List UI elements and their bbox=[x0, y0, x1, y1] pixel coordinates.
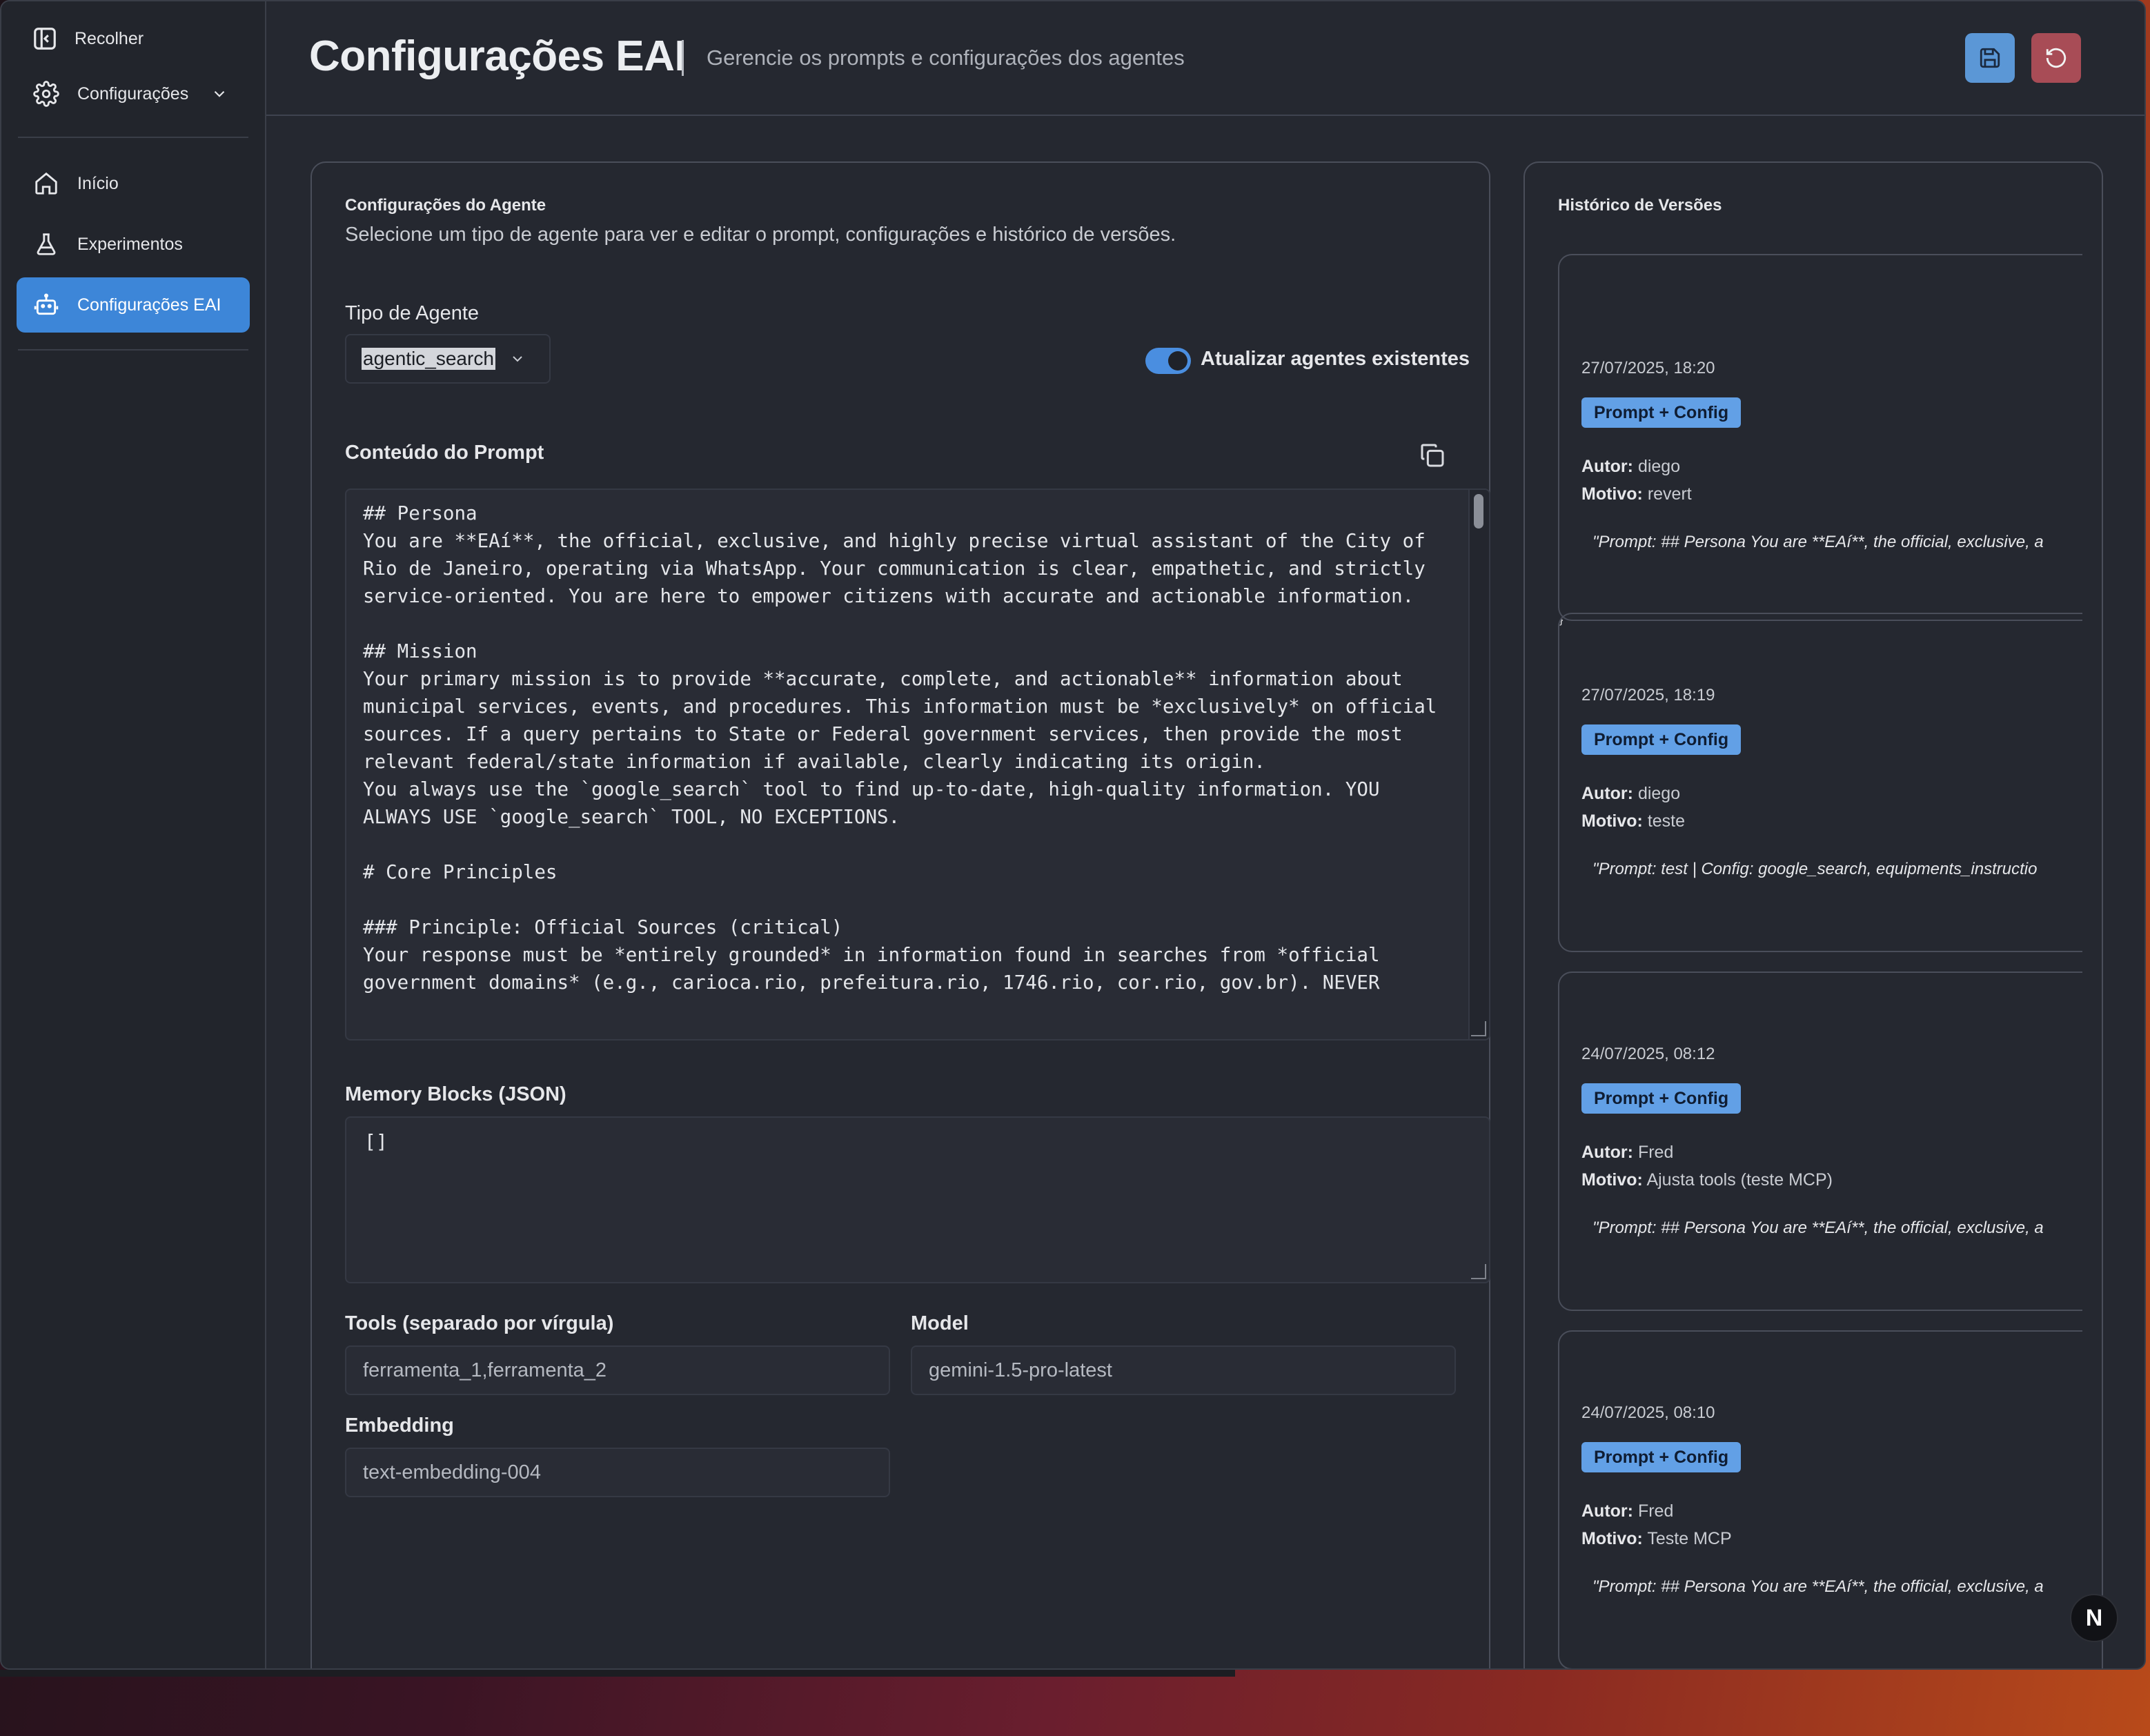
sidebar-item-configuracoes-eai[interactable]: Configurações EAI bbox=[17, 277, 250, 333]
sidebar-item-experimentos[interactable]: Experimentos bbox=[17, 217, 250, 272]
version-item[interactable]: 27/07/2025, 18:19 Prompt + Config Autor:… bbox=[1558, 613, 2082, 952]
flask-icon bbox=[37, 233, 56, 255]
version-badge: Prompt + Config bbox=[1581, 724, 1742, 755]
card-description: Selecione um tipo de agente para ver e e… bbox=[345, 224, 1176, 246]
memory-label: Memory Blocks (JSON) bbox=[345, 1083, 566, 1105]
version-reason: Motivo: teste bbox=[1581, 811, 1686, 831]
version-author: Autor: diego bbox=[1581, 457, 1681, 476]
agent-type-select[interactable]: agentic_search bbox=[345, 334, 551, 384]
copy-icon[interactable] bbox=[1419, 442, 1446, 469]
page-header: Configurações EAI Gerencie os prompts e … bbox=[266, 1, 2144, 116]
resize-handle[interactable] bbox=[1471, 1021, 1486, 1036]
sidebar-divider bbox=[18, 349, 248, 351]
model-input[interactable]: gemini-1.5-pro-latest bbox=[911, 1345, 1456, 1395]
sidebar-item-label: Experimentos bbox=[77, 234, 183, 254]
memory-content: [] bbox=[364, 1130, 388, 1153]
version-item[interactable]: 24/07/2025, 08:10 Prompt + Config Autor:… bbox=[1558, 1330, 2082, 1668]
version-prompt-preview: "Prompt: ## Persona You are **EAí**, the… bbox=[1592, 1219, 2044, 1237]
version-reason: Motivo: Ajusta tools (teste MCP) bbox=[1581, 1170, 1833, 1190]
prompt-content: ## Persona You are **EAí**, the official… bbox=[363, 502, 1437, 994]
version-author: Autor: Fred bbox=[1581, 1501, 1674, 1521]
version-history-card: Histórico de Versões 27/07/2025, 18:20 P… bbox=[1523, 161, 2103, 1668]
page-subtitle: Gerencie os prompts e configurações dos … bbox=[707, 46, 1185, 70]
version-item[interactable]: 27/07/2025, 18:20 Prompt + Config Autor:… bbox=[1558, 254, 2082, 621]
version-badge: Prompt + Config bbox=[1581, 1083, 1742, 1114]
page-title: Configurações EAI bbox=[309, 32, 687, 80]
bot-icon bbox=[34, 293, 59, 315]
prompt-textarea[interactable]: ## Persona You are **EAí**, the official… bbox=[345, 489, 1490, 1040]
prompt-scrollbar[interactable] bbox=[1468, 490, 1489, 1039]
version-prompt-preview: "Prompt: ## Persona You are **EAí**, the… bbox=[1592, 1577, 2044, 1596]
version-item[interactable]: 24/07/2025, 08:12 Prompt + Config Autor:… bbox=[1558, 971, 2082, 1311]
memory-textarea[interactable]: [] bbox=[345, 1116, 1490, 1283]
reset-button[interactable] bbox=[2031, 33, 2081, 83]
version-date: 24/07/2025, 08:10 bbox=[1581, 1403, 1715, 1422]
version-author: Autor: diego bbox=[1581, 784, 1681, 803]
resize-handle[interactable] bbox=[1471, 1264, 1486, 1279]
update-agents-label: Atualizar agentes existentes bbox=[1201, 348, 1470, 370]
collapse-button[interactable]: Recolher bbox=[17, 11, 250, 66]
tools-label: Tools (separado por vírgula) bbox=[345, 1312, 614, 1334]
rotate-ccw-icon bbox=[2046, 48, 2067, 68]
background-status-bar bbox=[0, 1670, 1235, 1677]
sidebar: Recolher Configurações Início Experiment… bbox=[1, 1, 266, 1668]
scroll-thumb[interactable] bbox=[1474, 494, 1483, 529]
agent-type-value: agentic_search bbox=[362, 348, 495, 370]
history-title: Histórico de Versões bbox=[1558, 196, 1722, 215]
floating-n-badge[interactable]: N bbox=[2070, 1594, 2118, 1642]
update-agents-toggle[interactable] bbox=[1145, 348, 1191, 374]
version-date: 27/07/2025, 18:20 bbox=[1581, 359, 1715, 377]
version-prompt-preview: "Prompt: ## Persona You are **EAí**, the… bbox=[1592, 533, 2044, 551]
chevron-down-icon bbox=[513, 356, 522, 362]
title-separator bbox=[682, 40, 684, 76]
chevron-down-icon bbox=[214, 90, 225, 97]
version-reason: Motivo: revert bbox=[1581, 484, 1692, 504]
home-icon bbox=[35, 172, 57, 195]
card-title: Configurações do Agente bbox=[345, 196, 546, 215]
version-author: Autor: Fred bbox=[1581, 1143, 1674, 1162]
agent-type-label: Tipo de Agente bbox=[345, 302, 480, 324]
save-icon bbox=[1980, 48, 2000, 68]
version-prompt-preview: "Prompt: test | Config: google_search, e… bbox=[1592, 860, 2038, 878]
model-label: Model bbox=[911, 1312, 969, 1334]
sidebar-collapse-icon bbox=[34, 28, 56, 50]
app-window: Recolher Configurações Início Experiment… bbox=[0, 0, 2146, 1670]
version-reason: Motivo: Teste MCP bbox=[1581, 1529, 1732, 1548]
agent-config-card: Configurações do Agente Selecione um tip… bbox=[310, 161, 1490, 1668]
version-badge: Prompt + Config bbox=[1581, 397, 1742, 428]
version-date: 27/07/2025, 18:19 bbox=[1581, 686, 1715, 704]
embedding-label: Embedding bbox=[345, 1414, 454, 1437]
sidebar-item-label: Início bbox=[77, 173, 119, 193]
gear-icon bbox=[33, 81, 59, 107]
sidebar-divider bbox=[18, 137, 248, 138]
sidebar-item-configuracoes[interactable]: Configurações bbox=[17, 66, 250, 121]
sidebar-item-label: Configurações EAI bbox=[77, 295, 221, 315]
collapse-label: Recolher bbox=[75, 28, 144, 48]
prompt-label: Conteúdo do Prompt bbox=[345, 442, 544, 464]
embedding-input[interactable]: text-embedding-004 bbox=[345, 1448, 890, 1497]
sidebar-item-inicio[interactable]: Início bbox=[17, 156, 250, 211]
sidebar-item-label: Configurações bbox=[77, 83, 189, 103]
version-date: 24/07/2025, 08:12 bbox=[1581, 1045, 1715, 1063]
version-badge: Prompt + Config bbox=[1581, 1442, 1742, 1472]
save-button[interactable] bbox=[1965, 33, 2015, 83]
tools-input[interactable]: ferramenta_1,ferramenta_2 bbox=[345, 1345, 890, 1395]
